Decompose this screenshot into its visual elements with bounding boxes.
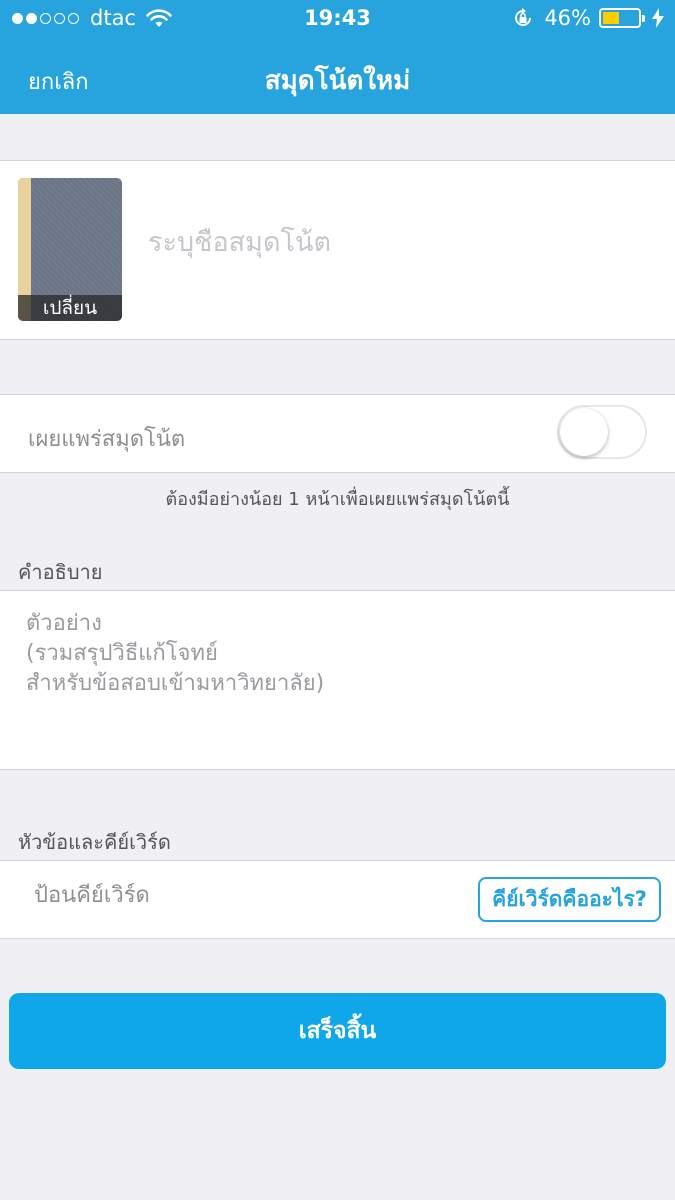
charging-bolt-icon [652, 8, 664, 28]
publish-label: เผยแพร่สมุดโน้ต [28, 427, 186, 452]
notebook-info-section: เปลี่ยน [0, 160, 675, 340]
description-textarea[interactable] [26, 609, 646, 759]
notebook-cover[interactable]: เปลี่ยน [18, 178, 122, 321]
status-bar: dtac 19:43 46% [0, 0, 675, 38]
keyword-input[interactable] [34, 883, 434, 908]
publish-toggle[interactable] [557, 405, 647, 459]
done-button[interactable]: เสร็จสิ้น [9, 993, 666, 1069]
status-right: 46% [512, 6, 665, 30]
keyword-help-button[interactable]: คีย์เวิร์ดคืออะไร? [478, 877, 661, 922]
description-section [0, 590, 675, 770]
battery-icon [599, 8, 645, 28]
notebook-name-input[interactable] [148, 227, 648, 258]
change-cover-button[interactable]: เปลี่ยน [18, 295, 122, 321]
publish-hint: ต้องมีอย่างน้อย 1 หน้าเพื่อเผยแพร่สมุดโน… [165, 489, 510, 510]
rotation-lock-icon [515, 8, 532, 26]
description-header: คำอธิบาย [18, 560, 103, 584]
top-bar: dtac 19:43 46% ยกเลิก สมุดโน้ตใหม่ [0, 0, 675, 114]
publish-row: เผยแพร่สมุดโน้ต [0, 394, 675, 473]
battery-percent: 46% [544, 6, 591, 30]
keywords-header: หัวข้อและคีย์เวิร์ด [18, 830, 171, 854]
toggle-knob [560, 408, 608, 456]
battery-fill [603, 12, 619, 24]
page-title: สมุดโน้ตใหม่ [264, 66, 411, 96]
battery-cap [642, 15, 645, 22]
nav-bar: ยกเลิก สมุดโน้ตใหม่ [0, 50, 675, 106]
keywords-row: คีย์เวิร์ดคืออะไร? [0, 860, 675, 939]
